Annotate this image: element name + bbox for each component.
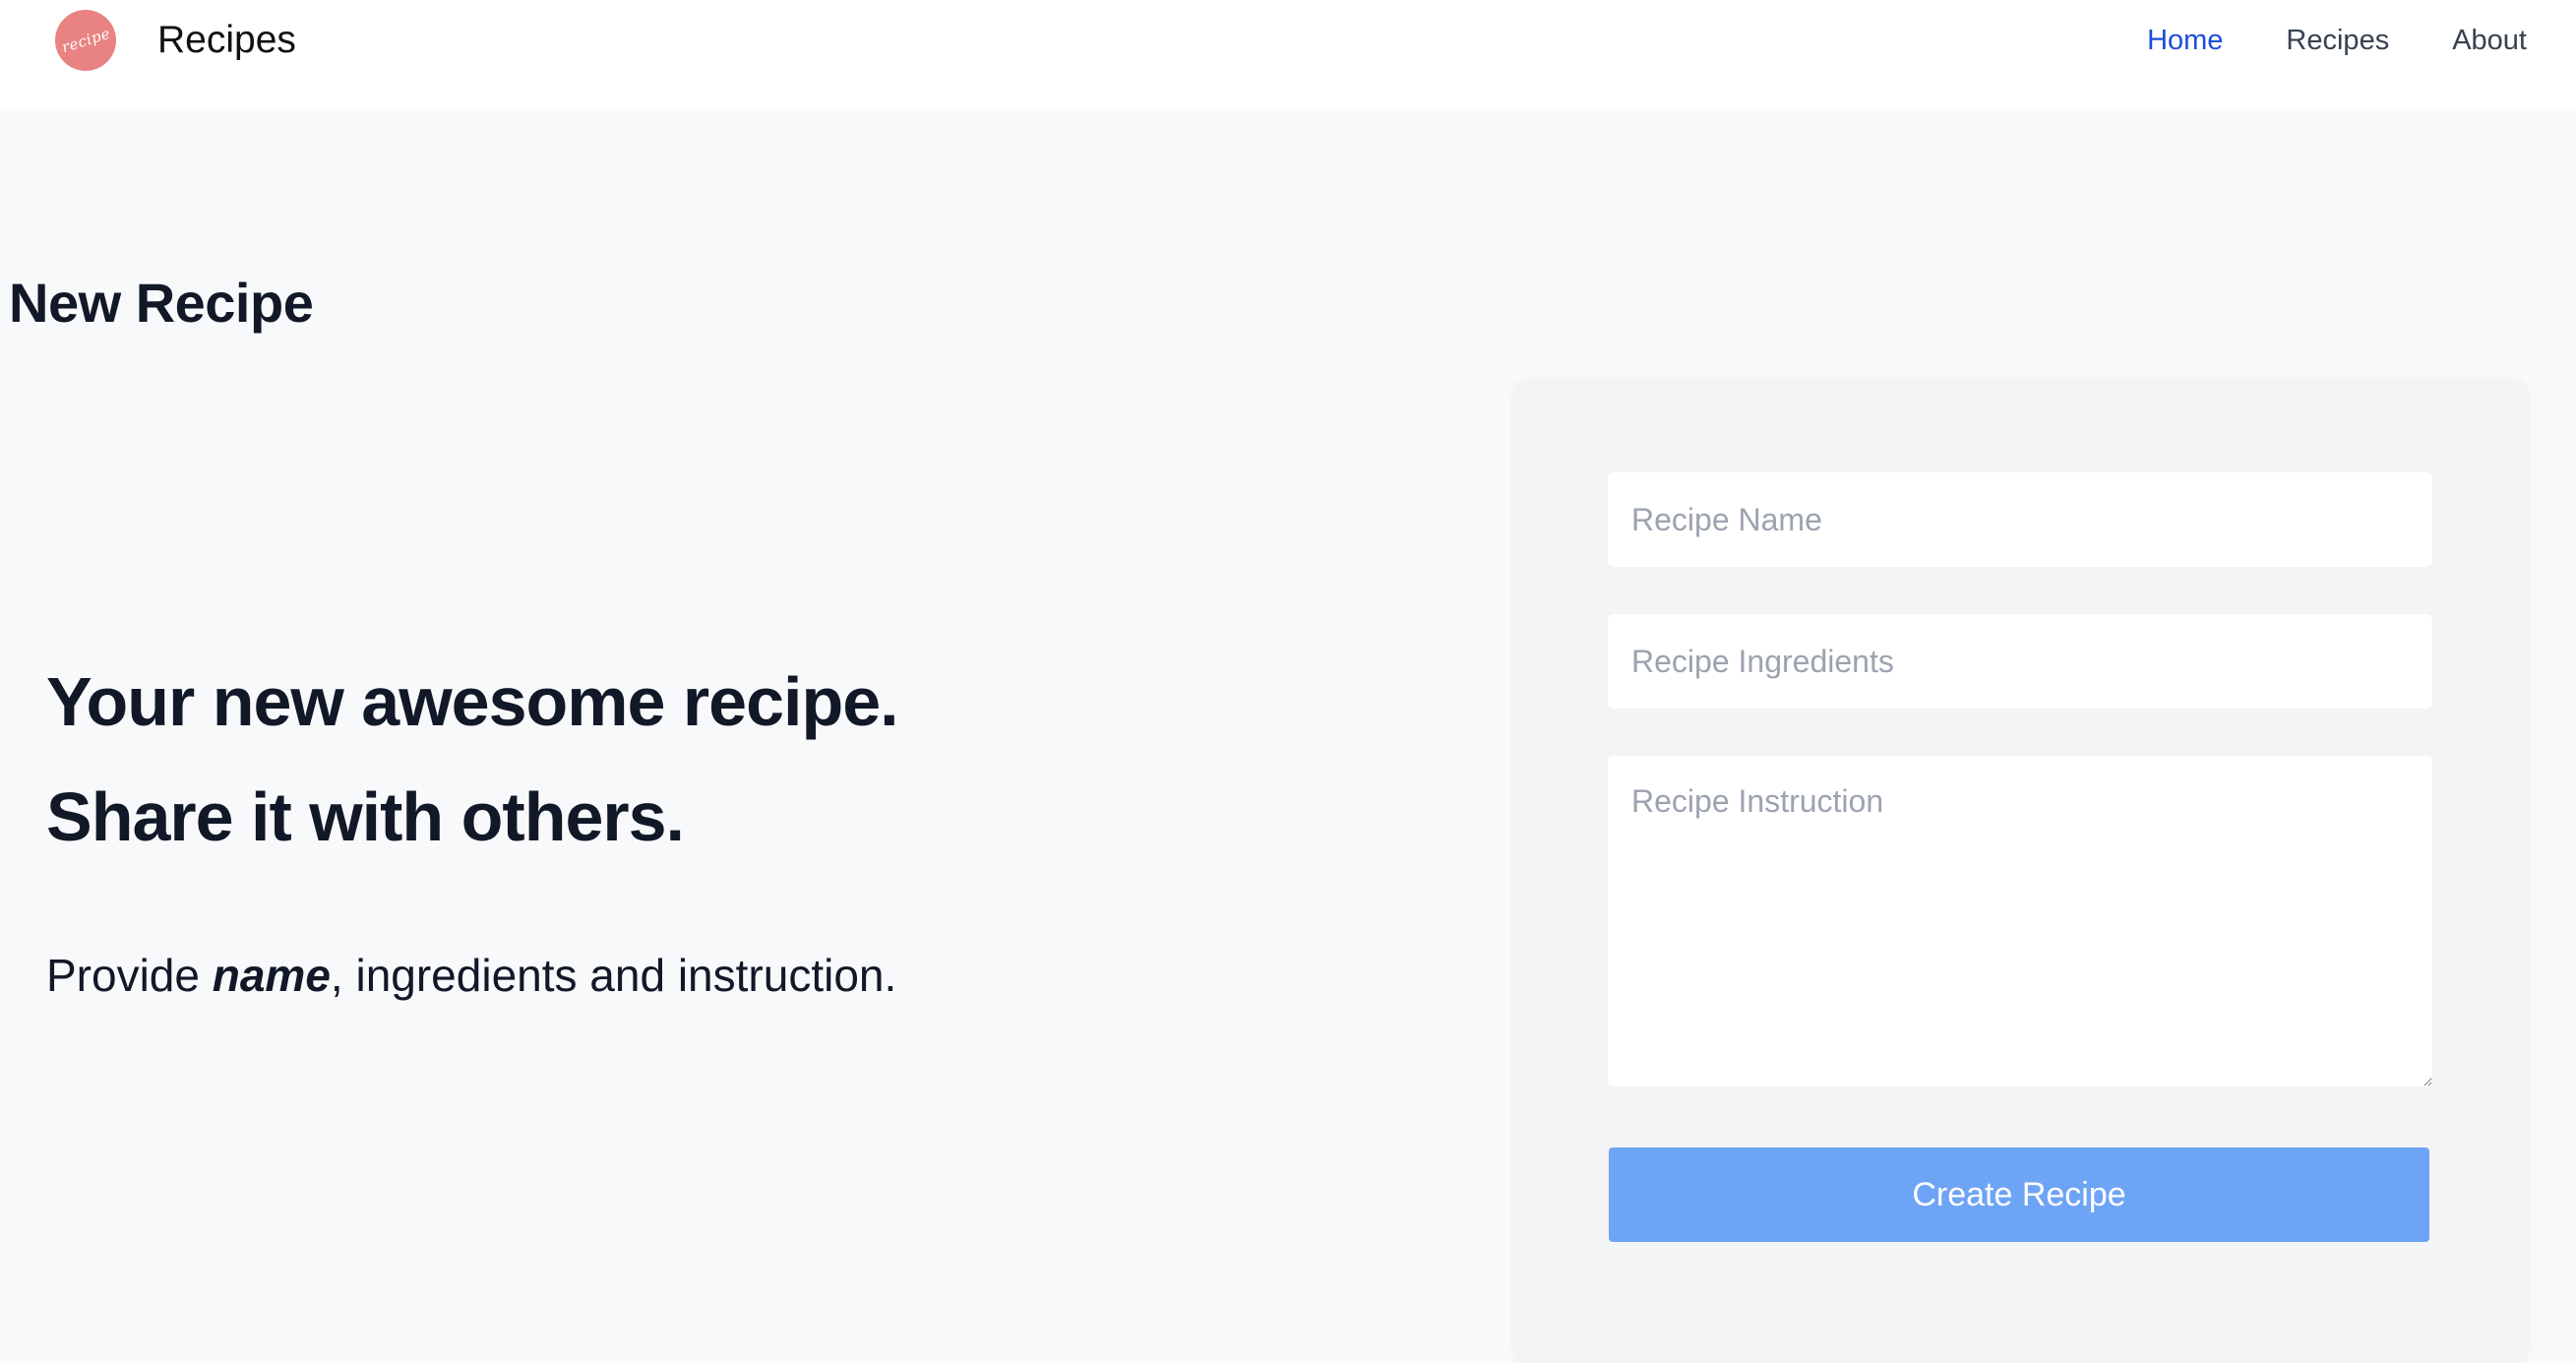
nav-home-link[interactable]: Home: [2147, 14, 2223, 67]
recipe-name-input[interactable]: [1608, 472, 2432, 567]
create-recipe-button[interactable]: Create Recipe: [1609, 1147, 2429, 1242]
brand-title[interactable]: Recipes: [157, 14, 296, 67]
page-title: New Recipe: [9, 272, 314, 334]
main-nav: Home Recipes About: [2147, 14, 2527, 67]
new-recipe-form: Create Recipe: [1513, 379, 2528, 1363]
hero-sub-emphasis: name: [212, 950, 331, 1001]
recipe-ingredients-input[interactable]: [1608, 614, 2432, 709]
hero-sub-prefix: Provide: [46, 950, 213, 1001]
recipe-instruction-textarea[interactable]: [1608, 756, 2432, 1086]
logo-text: recipe: [59, 24, 112, 57]
hero-line-2: Share it with others.: [46, 778, 685, 855]
hero-sub-suffix: , ingredients and instruction.: [330, 950, 897, 1001]
top-navbar: recipe Recipes Home Recipes About: [0, 0, 2576, 109]
recipe-logo[interactable]: recipe: [55, 10, 116, 71]
hero-heading: Your new awesome recipe. Share it with o…: [46, 645, 899, 875]
hero-line-1: Your new awesome recipe.: [46, 663, 899, 740]
nav-about-link[interactable]: About: [2452, 14, 2527, 67]
hero-subtitle: Provide name, ingredients and instructio…: [46, 943, 896, 1008]
nav-recipes-link[interactable]: Recipes: [2286, 14, 2389, 67]
